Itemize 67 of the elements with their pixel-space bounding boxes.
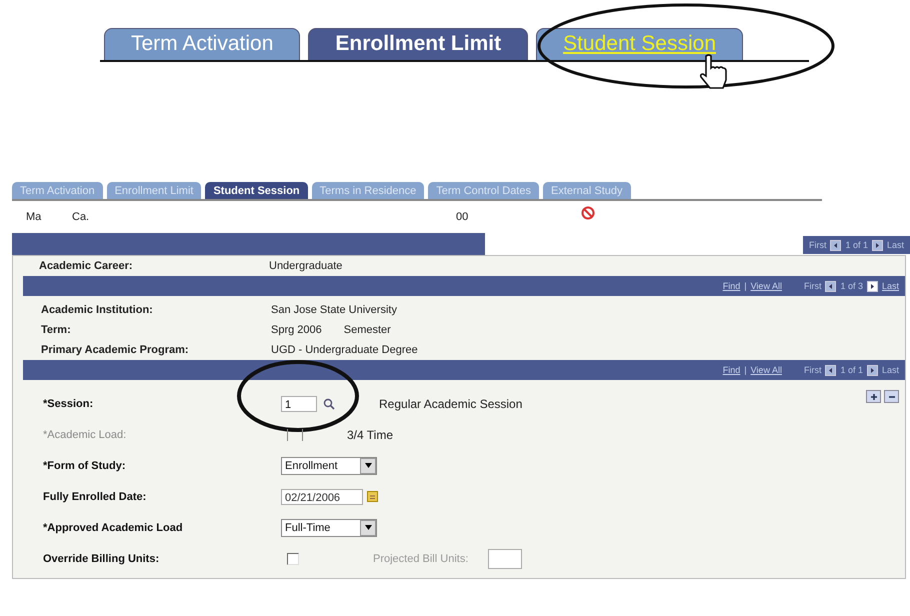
delete-row-button[interactable] — [884, 390, 899, 403]
row-counter: 1 of 1 — [845, 240, 868, 250]
field-label: Primary Academic Program: — [40, 344, 190, 356]
calendar-icon[interactable] — [367, 491, 378, 502]
caret-icon — [364, 463, 372, 468]
find-link[interactable]: Find — [722, 365, 740, 375]
field-label: Academic Institution: — [40, 304, 154, 316]
tab[interactable]: Student Session — [536, 28, 744, 60]
student-name: Ma — [26, 211, 42, 223]
left-triangle-icon — [827, 282, 834, 290]
tab[interactable]: Student Session — [205, 182, 308, 199]
field-value: Semester — [344, 324, 391, 336]
field-value: Sprg 2006 — [271, 324, 322, 336]
field-label: Term: — [40, 324, 72, 336]
field-label: *Approved Academic Load — [42, 522, 184, 534]
search-icon[interactable] — [323, 398, 335, 410]
field-label: Override Billing Units: — [42, 552, 160, 564]
prohibited-icon — [581, 206, 595, 220]
session-field[interactable]: 1 — [281, 396, 317, 412]
caret-icon — [364, 525, 372, 530]
plus-icon — [870, 392, 878, 400]
student-id: 00 — [456, 211, 468, 223]
find-link[interactable]: Find — [722, 281, 740, 291]
tab[interactable]: Term Activation — [104, 28, 300, 60]
first-label: First — [808, 240, 826, 250]
field-value: UGD - Undergraduate Degree — [271, 344, 418, 356]
separator: | — [744, 365, 747, 375]
last-link[interactable]: Last — [882, 281, 899, 291]
add-row-button[interactable] — [866, 390, 881, 403]
dropdown[interactable]: Full-Time — [281, 518, 377, 536]
date-field[interactable]: 02/21/2006 — [281, 488, 363, 504]
right-triangle-icon — [874, 242, 881, 248]
last-label: Last — [882, 365, 899, 375]
empty-field — [287, 428, 303, 440]
left-triangle-icon — [827, 366, 834, 374]
view-all-link[interactable]: View All — [750, 365, 782, 375]
row-counter: 1 of 3 — [840, 281, 863, 291]
right-triangle-icon — [868, 282, 876, 290]
right-triangle-icon — [868, 366, 876, 374]
left-triangle-icon — [832, 242, 840, 248]
field-label: Fully Enrolled Date: — [42, 490, 148, 502]
first-label: First — [804, 365, 822, 375]
last-label: Last — [886, 240, 904, 250]
view-all-link[interactable]: View All — [750, 281, 782, 291]
career-code: Ca. — [72, 211, 90, 223]
field-label: *Session: — [42, 398, 94, 410]
field-description: Regular Academic Session — [379, 396, 522, 410]
field-label: Projected Bill Units: — [373, 552, 468, 564]
checkbox[interactable] — [287, 552, 299, 564]
field-value: San Jose State University — [271, 304, 397, 316]
field-value: Undergraduate — [269, 260, 342, 272]
next-button[interactable] — [872, 240, 883, 250]
separator: | — [744, 281, 747, 291]
previous-button[interactable] — [825, 280, 836, 292]
tab[interactable]: Enrollment Limit — [308, 28, 528, 60]
field-label: *Academic Load: — [42, 428, 128, 440]
next-button[interactable] — [866, 280, 878, 292]
field-label: *Form of Study: — [42, 460, 126, 472]
first-label: First — [804, 281, 822, 291]
next-button[interactable] — [866, 364, 878, 376]
previous-button[interactable] — [830, 240, 842, 250]
field-label: Academic Career: — [38, 260, 134, 272]
bill-units-field[interactable] — [488, 548, 522, 568]
field-description: 3/4 Time — [347, 428, 394, 442]
row-counter: 1 of 1 — [840, 365, 863, 375]
dropdown[interactable]: Enrollment — [281, 456, 377, 474]
previous-button[interactable] — [825, 364, 836, 376]
